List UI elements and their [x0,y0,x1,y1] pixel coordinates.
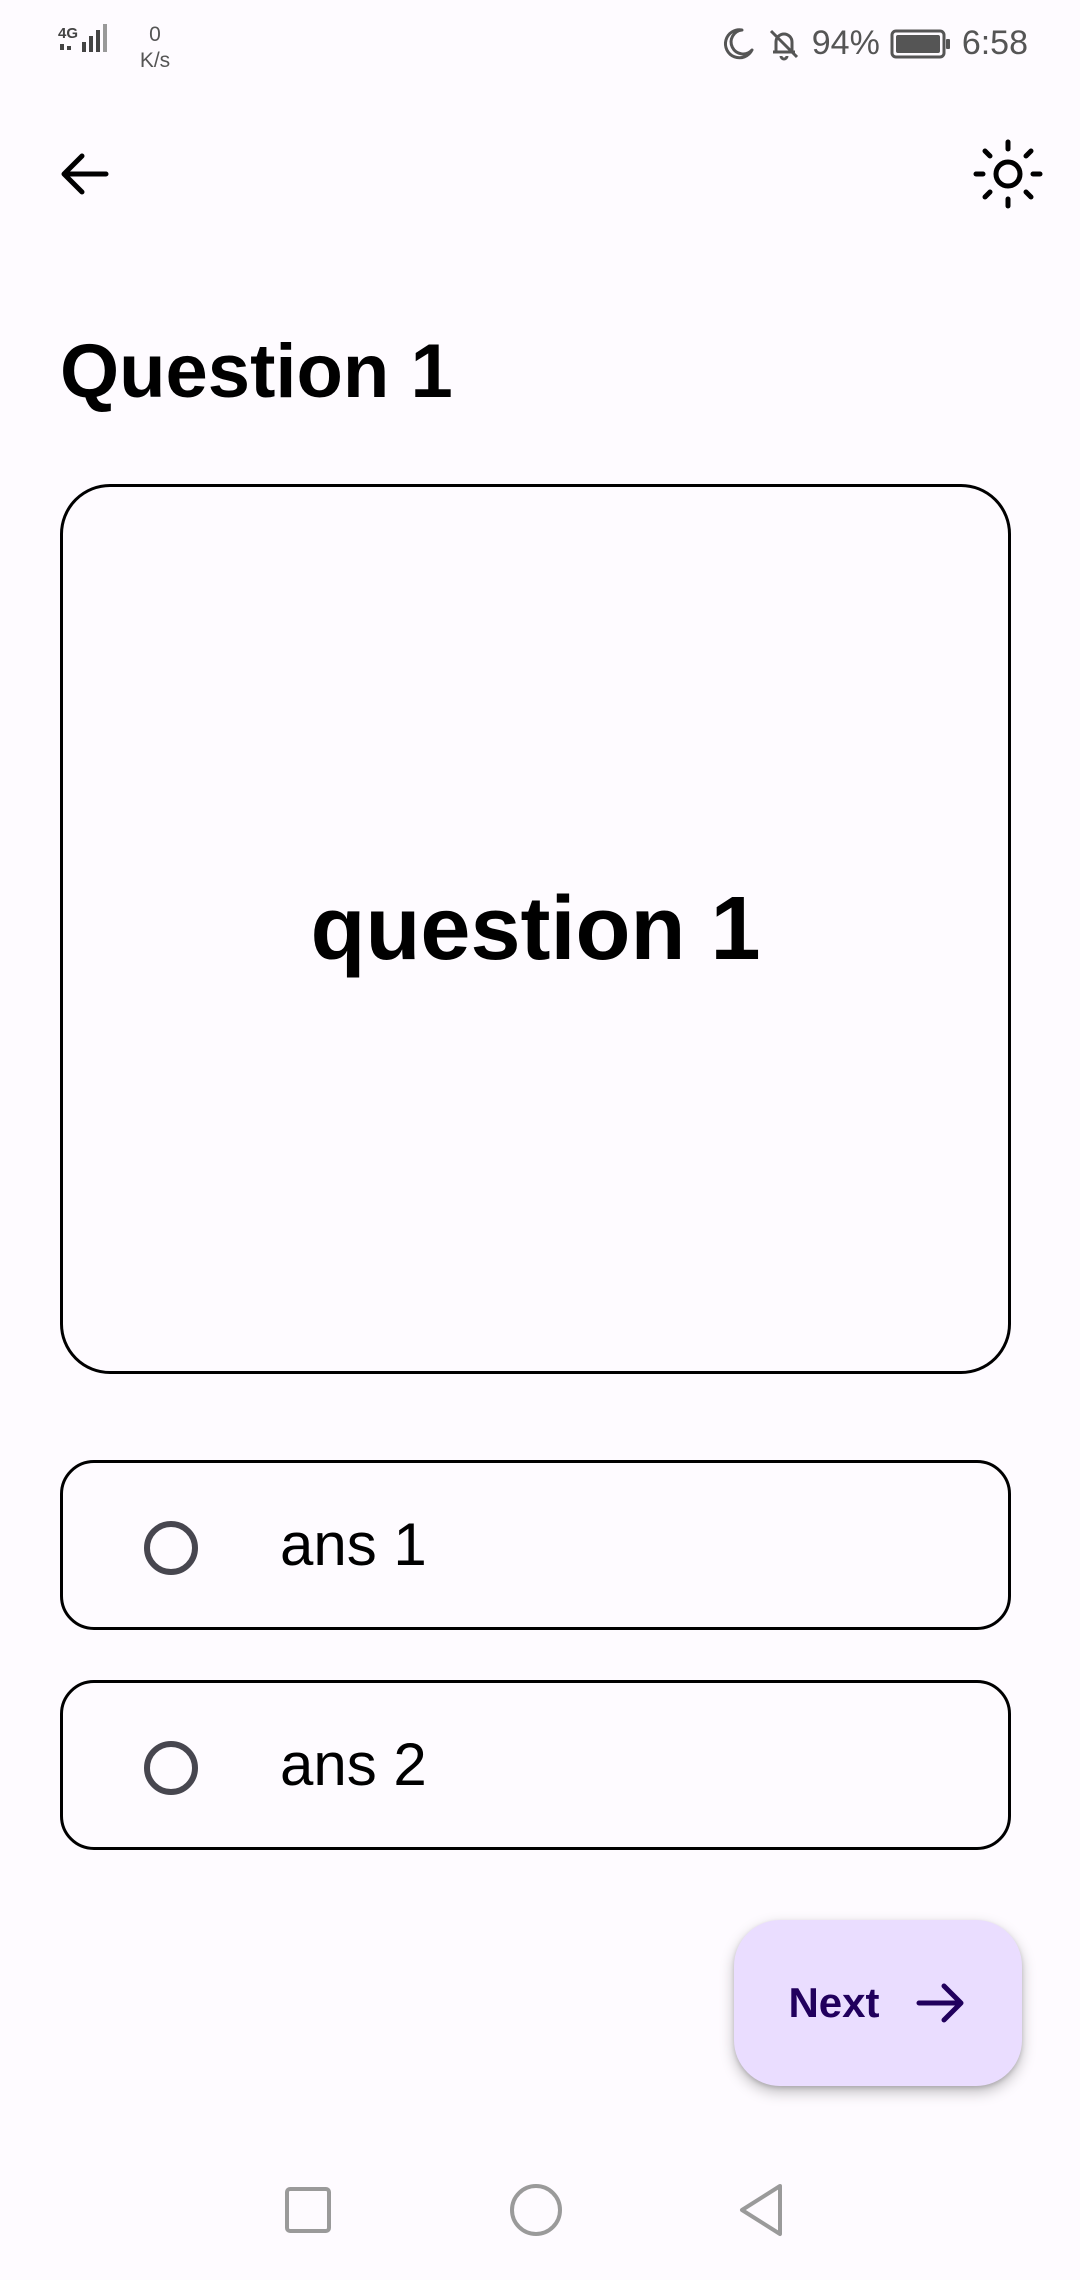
radio-button[interactable] [144,1741,198,1795]
net-speed-unit: K/s [139,49,171,72]
arrow-left-icon [61,153,109,195]
net-speed: 0 K/s [130,22,180,74]
sun-icon [973,139,1043,209]
moon-icon [723,27,754,59]
clock-time: 6:58 [961,24,1028,62]
system-back-button[interactable] [722,2170,802,2250]
status-right: 94% 6:58 [720,24,1028,63]
status-bar: 4G 0 K/s 94% 6:58 [0,0,1080,96]
answer-option[interactable]: ans 1 [60,1460,1011,1630]
next-button[interactable]: Next [734,1920,1022,2086]
home-button[interactable] [496,2170,576,2250]
signal-icon [60,24,107,52]
radio-button[interactable] [144,1521,198,1575]
theme-toggle-button[interactable] [960,126,1056,222]
triangle-back-icon [740,2184,782,2236]
back-button[interactable] [36,126,132,222]
system-nav-bar [0,2140,1080,2280]
circle-home-icon [510,2184,562,2236]
answer-label: ans 2 [280,1731,427,1798]
net-speed-value: 0 [149,23,161,46]
question-card: question 1 [60,484,1011,1374]
signal-indicator: 4G [58,22,118,62]
square-recents-icon [285,2187,331,2233]
page-title: Question 1 [60,329,453,414]
recents-button[interactable] [268,2170,348,2250]
next-label: Next [788,1979,880,2026]
question-text: question 1 [310,878,761,979]
status-left: 4G 0 K/s [58,22,170,72]
arrow-right-icon [916,1983,964,2023]
answer-label: ans 1 [280,1511,427,1578]
battery-percent: 94% [811,24,880,62]
answer-option[interactable]: ans 2 [60,1680,1011,1850]
battery-icon [890,29,950,58]
bell-off-icon [769,29,798,60]
